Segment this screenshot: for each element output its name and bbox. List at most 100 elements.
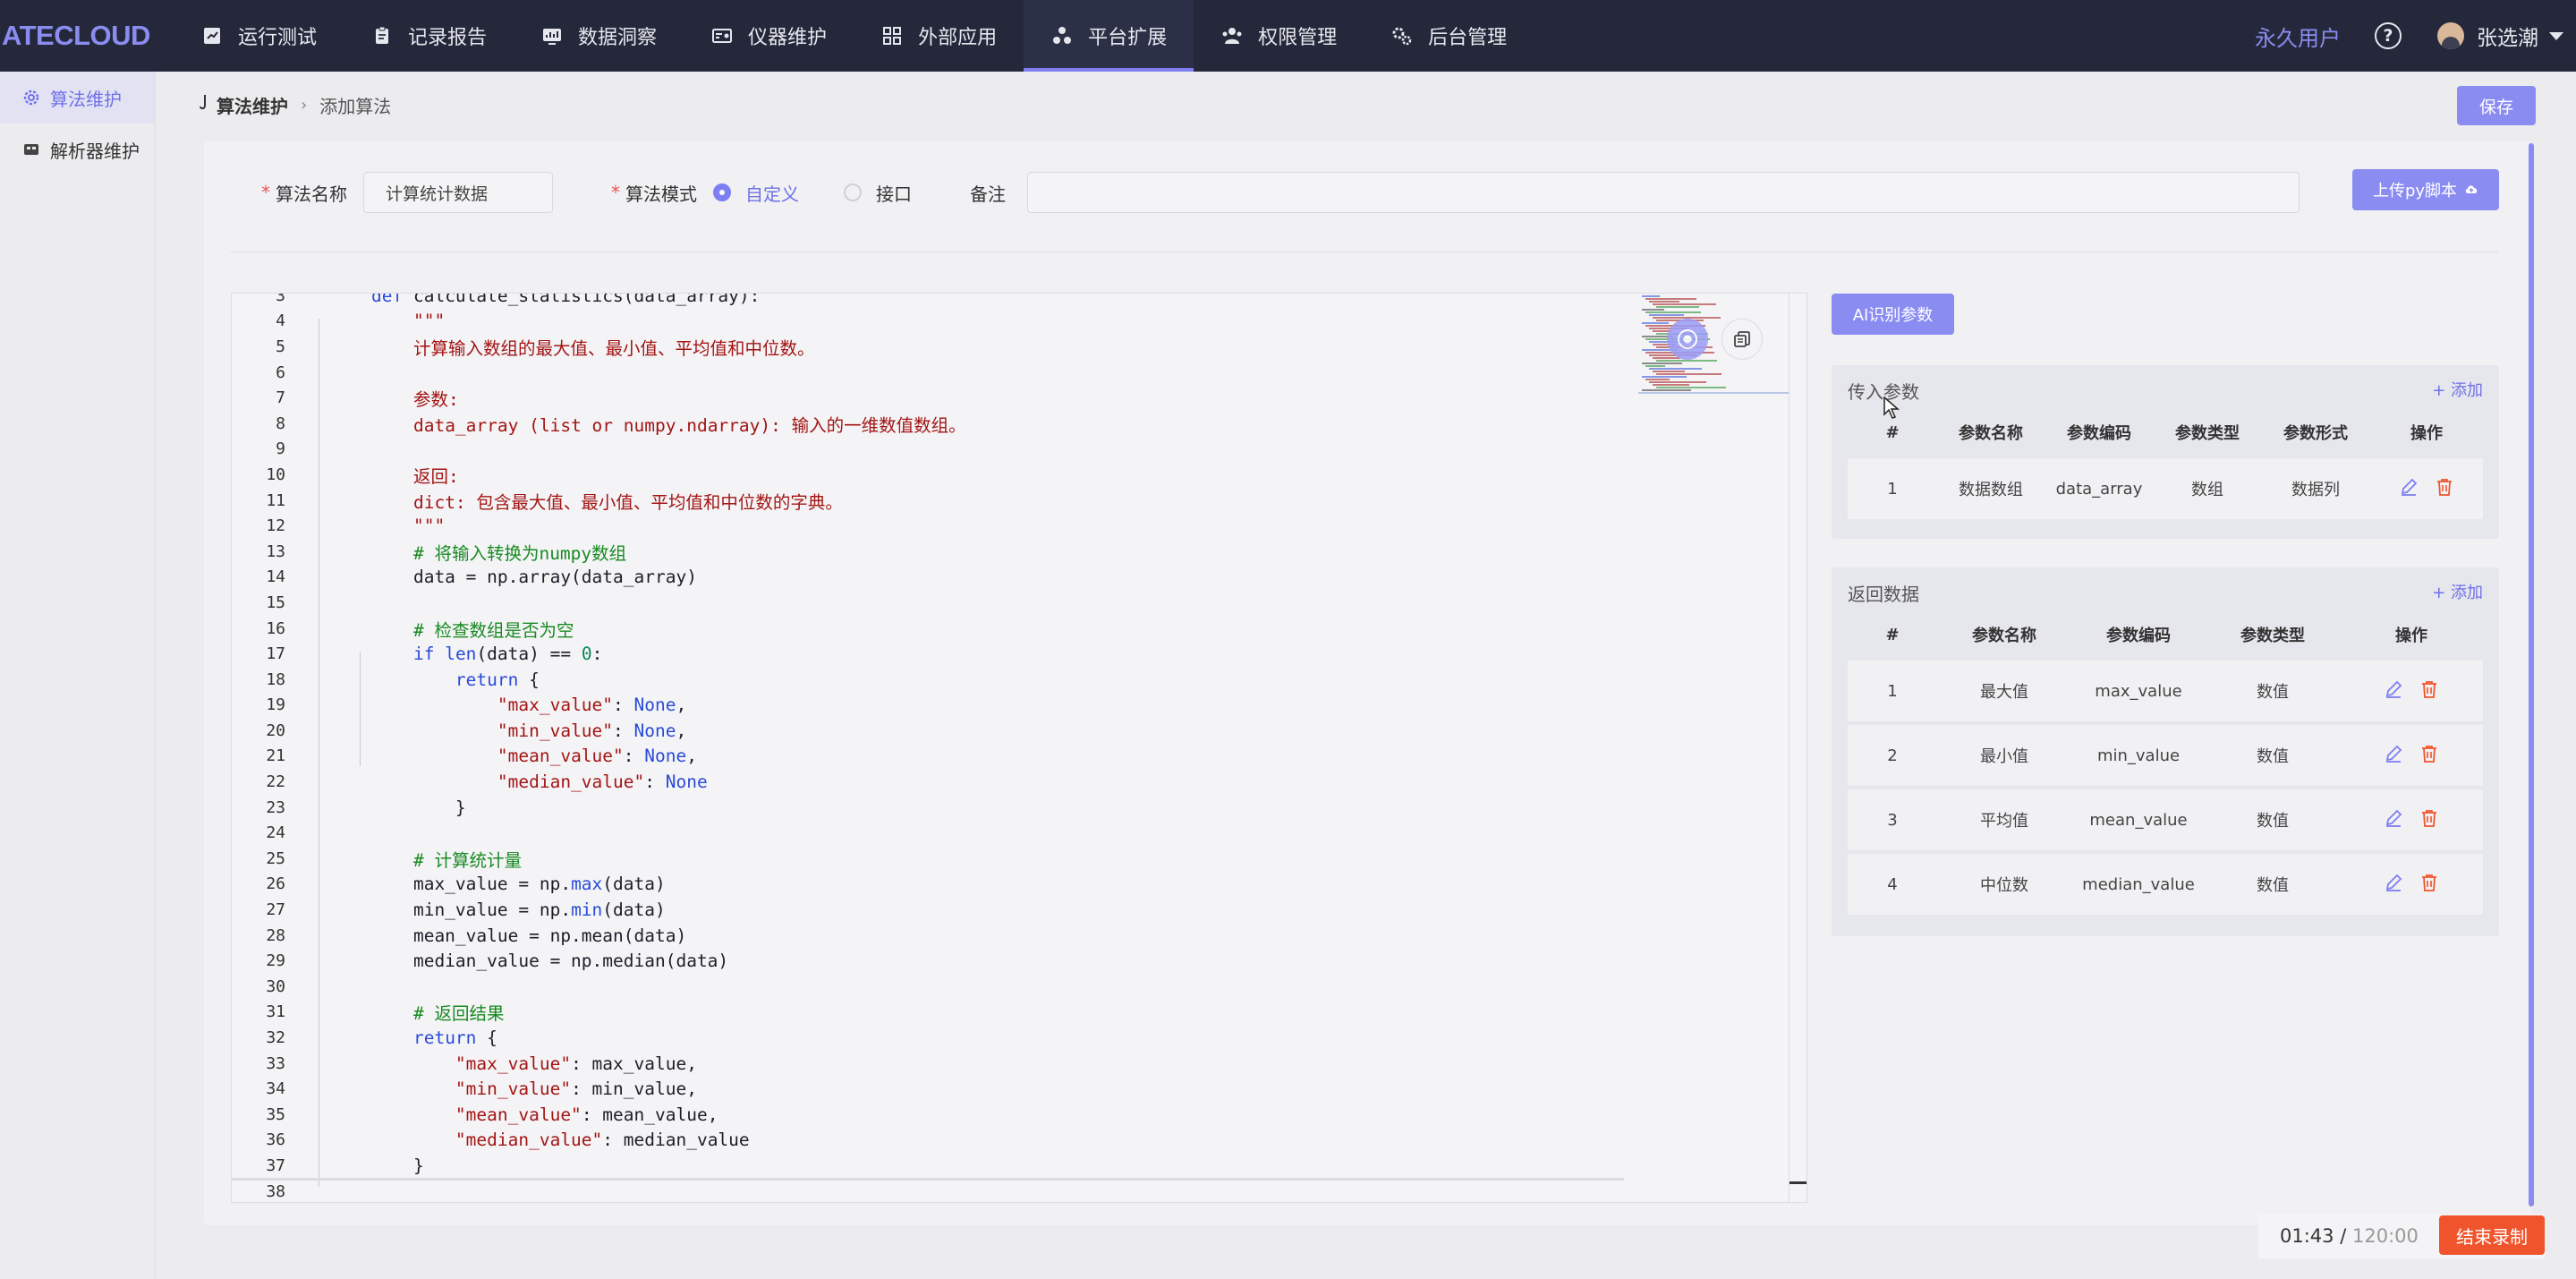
nav-tab-6[interactable]: 权限管理 xyxy=(1194,0,1364,72)
code-line[interactable]: 14 data = np.array(data_array) xyxy=(232,565,1628,591)
sidebar-item-parser[interactable]: 解析器维护 xyxy=(0,124,155,175)
code-line[interactable]: 29 median_value = np.median(data) xyxy=(232,948,1628,974)
code-text[interactable]: """ xyxy=(371,516,445,536)
code-line[interactable]: 22 "median_value": None xyxy=(232,769,1628,795)
code-text[interactable]: """ xyxy=(371,311,445,331)
app-logo[interactable]: ATECLOUD xyxy=(0,20,159,52)
mode-custom-radio[interactable] xyxy=(713,183,731,201)
breadcrumb-parent[interactable]: 算法维护 xyxy=(217,92,288,118)
code-text[interactable]: 计算输入数组的最大值、最小值、平均值和中位数。 xyxy=(371,334,815,360)
code-text[interactable]: # 返回结果 xyxy=(371,999,504,1025)
add-input-param-button[interactable]: + 添加 xyxy=(2432,378,2483,401)
code-line[interactable]: 34 "min_value": min_value, xyxy=(232,1076,1628,1102)
nav-tab-7[interactable]: 后台管理 xyxy=(1364,0,1534,72)
code-line[interactable]: 26 max_value = np.max(data) xyxy=(232,872,1628,898)
stop-recording-button[interactable]: 结束录制 xyxy=(2439,1215,2545,1255)
code-text[interactable]: dict: 包含最大值、最小值、平均值和中位数的字典。 xyxy=(371,488,843,514)
code-text[interactable]: "mean_value": mean_value, xyxy=(371,1104,718,1125)
code-line[interactable]: 16 # 检查数组是否为空 xyxy=(232,616,1628,642)
code-line[interactable]: 25 # 计算统计量 xyxy=(232,846,1628,872)
code-line[interactable]: 6 xyxy=(232,360,1628,386)
code-text[interactable]: def calculate_statistics(data_array): xyxy=(371,294,760,306)
code-text[interactable]: data_array (list or numpy.ndarray): 输入的一… xyxy=(371,411,966,437)
edit-icon[interactable] xyxy=(2399,477,2419,501)
back-icon[interactable] xyxy=(197,93,213,117)
code-text[interactable]: mean_value = np.mean(data) xyxy=(371,925,686,946)
page-scrollbar[interactable] xyxy=(2529,143,2534,1207)
code-text[interactable]: "mean_value": None, xyxy=(371,746,697,766)
nav-tab-5[interactable]: 平台扩展 xyxy=(1024,0,1194,72)
delete-icon[interactable] xyxy=(2419,744,2439,768)
code-line[interactable]: 30 xyxy=(232,974,1628,1000)
nav-tab-0[interactable]: 运行测试 xyxy=(174,0,344,72)
code-line[interactable]: 31 # 返回结果 xyxy=(232,1000,1628,1026)
code-content[interactable]: 3 def calculate_statistics(data_array): 4 … xyxy=(232,294,1628,1202)
code-line[interactable]: 36 "median_value": median_value xyxy=(232,1128,1628,1154)
code-minimap[interactable] xyxy=(1638,294,1789,394)
code-line[interactable]: 7 参数: xyxy=(232,385,1628,411)
code-text[interactable]: data = np.array(data_array) xyxy=(371,567,697,587)
table-row[interactable]: 2 最小值 min_value 数值 xyxy=(1848,725,2483,786)
code-line[interactable]: 24 xyxy=(232,820,1628,846)
nav-tab-4[interactable]: 外部应用 xyxy=(854,0,1024,72)
code-text[interactable]: "median_value": None xyxy=(371,772,708,792)
code-text[interactable]: 参数: xyxy=(371,385,459,411)
code-line[interactable]: 15 xyxy=(232,590,1628,616)
code-line[interactable]: 9 xyxy=(232,437,1628,463)
ai-assistant-icon[interactable] xyxy=(1667,319,1708,360)
code-text[interactable]: if len(data) == 0: xyxy=(371,644,602,664)
edit-icon[interactable] xyxy=(2384,679,2403,703)
code-line[interactable]: 27 min_value = np.min(data) xyxy=(232,897,1628,923)
delete-icon[interactable] xyxy=(2435,477,2454,501)
code-line[interactable]: 21 "mean_value": None, xyxy=(232,744,1628,770)
code-text[interactable]: return { xyxy=(371,669,540,690)
code-line[interactable]: 23 } xyxy=(232,795,1628,821)
delete-icon[interactable] xyxy=(2419,873,2439,897)
code-text[interactable]: # 计算统计量 xyxy=(371,846,522,872)
save-button[interactable]: 保存 xyxy=(2457,86,2536,125)
remark-input[interactable] xyxy=(1027,172,2300,213)
code-line[interactable]: 20 "min_value": None, xyxy=(232,718,1628,744)
editor-vertical-scrollbar[interactable] xyxy=(1789,294,1807,1202)
code-line[interactable]: 32 return { xyxy=(232,1025,1628,1051)
avatar[interactable] xyxy=(2437,22,2464,49)
delete-icon[interactable] xyxy=(2419,808,2439,832)
algorithm-name-input[interactable]: 计算统计数据 xyxy=(363,172,553,213)
code-line[interactable]: 33 "max_value": max_value, xyxy=(232,1051,1628,1077)
chevron-down-icon[interactable] xyxy=(2549,31,2563,40)
edit-icon[interactable] xyxy=(2384,744,2403,768)
code-text[interactable]: median_value = np.median(data) xyxy=(371,951,728,971)
code-line[interactable]: 3 def calculate_statistics(data_array): xyxy=(232,294,1628,309)
table-row[interactable]: 4 中位数 median_value 数值 xyxy=(1848,854,2483,915)
edit-icon[interactable] xyxy=(2384,808,2403,832)
code-text[interactable]: } xyxy=(371,797,466,818)
code-line[interactable]: 10 返回: xyxy=(232,462,1628,488)
code-text[interactable]: # 将输入转换为numpy数组 xyxy=(371,539,626,565)
code-line[interactable]: 37 } xyxy=(232,1153,1628,1179)
code-editor[interactable]: 3 def calculate_statistics(data_array): 4 … xyxy=(231,293,1807,1203)
username[interactable]: 张选潮 xyxy=(2477,21,2538,51)
code-line[interactable]: 13 # 将输入转换为numpy数组 xyxy=(232,539,1628,565)
code-line[interactable]: 8 data_array (list or numpy.ndarray): 输入… xyxy=(232,411,1628,437)
code-line[interactable]: 19 "max_value": None, xyxy=(232,693,1628,719)
copy-icon[interactable] xyxy=(1722,319,1763,360)
code-line[interactable]: 11 dict: 包含最大值、最小值、平均值和中位数的字典。 xyxy=(232,488,1628,514)
code-text[interactable]: "median_value": median_value xyxy=(371,1130,750,1150)
code-text[interactable]: "max_value": max_value, xyxy=(371,1053,697,1074)
code-line[interactable]: 5 计算输入数组的最大值、最小值、平均值和中位数。 xyxy=(232,334,1628,360)
sidebar-item-algorithm[interactable]: 算法维护 xyxy=(0,72,155,124)
mode-custom-label[interactable]: 自定义 xyxy=(745,180,799,206)
editor-horizontal-scrollbar[interactable] xyxy=(232,1178,1624,1181)
table-row[interactable]: 1 数据数组 data_array 数组 数据列 xyxy=(1848,458,2483,519)
code-text[interactable]: min_value = np.min(data) xyxy=(371,900,666,920)
code-text[interactable]: } xyxy=(371,1155,424,1176)
nav-tab-2[interactable]: 数据洞察 xyxy=(514,0,684,72)
upload-script-button[interactable]: 上传py脚本 xyxy=(2352,169,2499,210)
nav-tab-1[interactable]: 记录报告 xyxy=(344,0,514,72)
help-icon[interactable]: ? xyxy=(2375,22,2402,49)
mode-api-radio[interactable] xyxy=(844,183,862,201)
code-text[interactable]: 返回: xyxy=(371,462,459,488)
code-text[interactable]: max_value = np.max(data) xyxy=(371,874,666,894)
ai-detect-params-button[interactable]: AI识别参数 xyxy=(1832,294,1954,335)
code-text[interactable]: # 检查数组是否为空 xyxy=(371,616,574,642)
